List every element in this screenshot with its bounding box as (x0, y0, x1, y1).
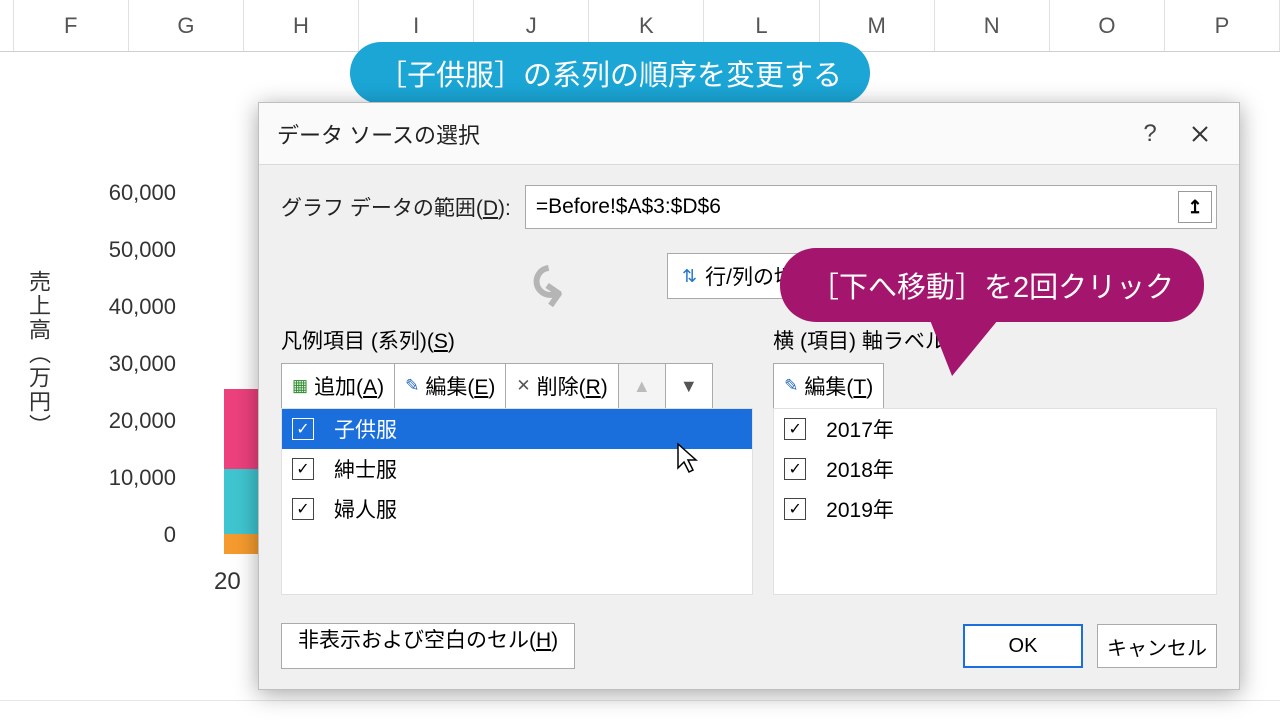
category-label: 2017年 (826, 414, 894, 444)
series-label: 婦人服 (334, 494, 397, 524)
list-item[interactable]: ✓ 2017年 (774, 409, 1216, 449)
checkbox[interactable]: ✓ (784, 458, 806, 480)
column-header[interactable]: H (244, 0, 359, 51)
close-icon (1191, 125, 1209, 143)
x-category: 20 (214, 568, 241, 596)
delete-icon: ✕ (516, 376, 530, 396)
bar-segment (224, 389, 260, 469)
edit-axis-labels-button[interactable]: ✎ 編集(T) (773, 363, 884, 409)
range-picker-icon: ↥ (1187, 197, 1202, 218)
checkbox[interactable]: ✓ (784, 418, 806, 440)
column-header[interactable]: O (1050, 0, 1165, 51)
checkbox[interactable]: ✓ (784, 498, 806, 520)
range-picker-button[interactable]: ↥ (1178, 191, 1212, 223)
chart-data-range-field[interactable]: ↥ (525, 185, 1217, 229)
checkbox[interactable]: ✓ (292, 498, 314, 520)
cancel-button[interactable]: キャンセル (1097, 624, 1217, 668)
checkbox[interactable]: ✓ (292, 458, 314, 480)
edit-icon: ✎ (405, 376, 419, 396)
column-header[interactable]: F (14, 0, 129, 51)
ok-button[interactable]: OK (963, 624, 1083, 668)
move-up-button: ▲ (618, 363, 666, 409)
axis-labels-panel: 横 (項目) 軸ラベル(C) ✎ 編集(T) ✓2017年✓2018年✓2019… (773, 325, 1217, 595)
legend-entries-header: 凡例項目 (系列)(S) (281, 325, 753, 355)
help-button[interactable]: ? (1125, 114, 1175, 154)
column-header[interactable]: G (129, 0, 244, 51)
add-icon: ▦ (292, 376, 308, 396)
y-tick-label: 0 (86, 522, 176, 548)
list-item[interactable]: ✓ 子供服 (282, 409, 752, 449)
y-tick-label: 40,000 (86, 294, 176, 320)
y-tick-label: 60,000 (86, 180, 176, 206)
up-icon: ▲ (633, 376, 651, 397)
series-list[interactable]: ✓ 子供服 ✓ 紳士服 ✓ 婦人服 (281, 408, 753, 595)
chart-preview: 売上高（万円） 20 010,00020,00030,00040,00050,0… (24, 160, 264, 590)
category-label: 2019年 (826, 494, 894, 524)
bar-segment (224, 534, 260, 554)
range-input[interactable] (526, 195, 1178, 219)
select-data-source-dialog: データ ソースの選択 ? グラフ データの範囲(D): ↥ ↷ ⇅ 行/列の切り… (258, 102, 1240, 690)
close-button[interactable] (1175, 114, 1225, 154)
swap-arrow-icon: ↷ (519, 258, 586, 311)
add-series-button[interactable]: ▦ 追加(A) (281, 363, 395, 409)
series-label: 紳士服 (334, 454, 397, 484)
edit-icon: ✎ (784, 376, 798, 396)
y-tick-label: 10,000 (86, 465, 176, 491)
dialog-titlebar: データ ソースの選択 ? (259, 103, 1239, 165)
chart-data-range-label: グラフ データの範囲(D): (281, 192, 511, 222)
y-tick-label: 50,000 (86, 237, 176, 263)
checkbox[interactable]: ✓ (292, 418, 314, 440)
list-item[interactable]: ✓ 2018年 (774, 449, 1216, 489)
edit-series-button[interactable]: ✎ 編集(E) (394, 363, 506, 409)
switch-icon: ⇅ (682, 266, 697, 287)
categories-list[interactable]: ✓ 2017年 ✓ 2018年 ✓ 2019年 (773, 408, 1217, 595)
column-header[interactable]: N (935, 0, 1050, 51)
bar-stack (224, 389, 260, 554)
move-down-button[interactable]: ▼ (665, 363, 713, 409)
down-icon: ▼ (680, 376, 698, 397)
hidden-empty-cells-button[interactable]: 非表示および空白のセル(H) (281, 623, 575, 669)
remove-series-button[interactable]: ✕ 削除(R) (505, 363, 618, 409)
dialog-title: データ ソースの選択 (277, 118, 1125, 150)
legend-entries-panel: 凡例項目 (系列)(S) ▦ 追加(A) ✎ 編集(E) ✕ 削除(R) (281, 325, 753, 595)
annotation-bubble: ［下へ移動］を2回クリック (780, 248, 1204, 322)
annotation-top: ［子供服］の系列の順序を変更する (350, 42, 870, 104)
category-label: 2018年 (826, 454, 894, 484)
bar-segment (224, 469, 260, 534)
column-header[interactable]: P (1165, 0, 1280, 51)
list-item[interactable]: ✓ 紳士服 (282, 449, 752, 489)
list-item[interactable]: ✓ 婦人服 (282, 489, 752, 529)
y-tick-label: 20,000 (86, 408, 176, 434)
y-axis-title: 売上高（万円） (22, 270, 54, 438)
y-tick-label: 30,000 (86, 351, 176, 377)
list-item[interactable]: ✓ 2019年 (774, 489, 1216, 529)
series-label: 子供服 (334, 414, 397, 444)
